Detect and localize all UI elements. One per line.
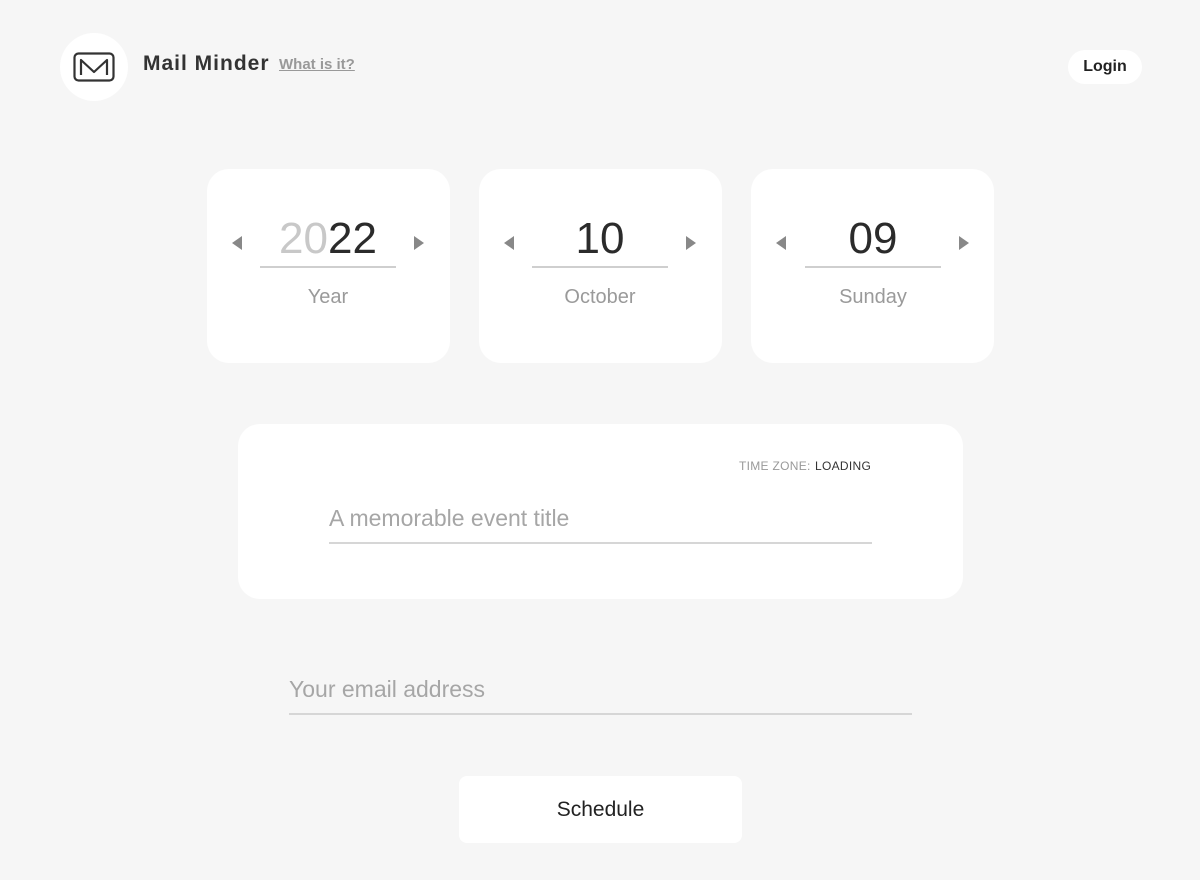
timezone-label: TIME ZONE:: [739, 459, 811, 473]
timezone-value: LOADING: [815, 459, 872, 473]
login-button[interactable]: Login: [1068, 50, 1142, 84]
email-input[interactable]: [289, 665, 912, 715]
year-value-suffix: 22: [328, 214, 377, 263]
month-value[interactable]: 10: [532, 210, 668, 268]
what-is-it-link[interactable]: What is it?: [279, 56, 355, 73]
year-value-prefix: 20: [279, 214, 328, 263]
brand-name: Mail Minder: [143, 52, 270, 75]
day-value[interactable]: 09: [805, 210, 941, 268]
year-value[interactable]: 2022: [260, 210, 396, 268]
day-label: Sunday: [839, 286, 907, 308]
schedule-button[interactable]: Schedule: [459, 776, 742, 843]
page: Mail Minder What is it? Login 2022 Year …: [0, 0, 1200, 880]
month-next-arrow-icon[interactable]: [686, 236, 696, 250]
year-prev-arrow-icon[interactable]: [232, 236, 242, 250]
logo[interactable]: [60, 33, 128, 101]
month-prev-arrow-icon[interactable]: [504, 236, 514, 250]
day-prev-arrow-icon[interactable]: [776, 236, 786, 250]
day-next-arrow-icon[interactable]: [959, 236, 969, 250]
month-label: October: [564, 286, 636, 308]
event-title-input[interactable]: [329, 494, 872, 544]
envelope-icon: [73, 52, 115, 82]
year-next-arrow-icon[interactable]: [414, 236, 424, 250]
year-label: Year: [307, 286, 349, 308]
